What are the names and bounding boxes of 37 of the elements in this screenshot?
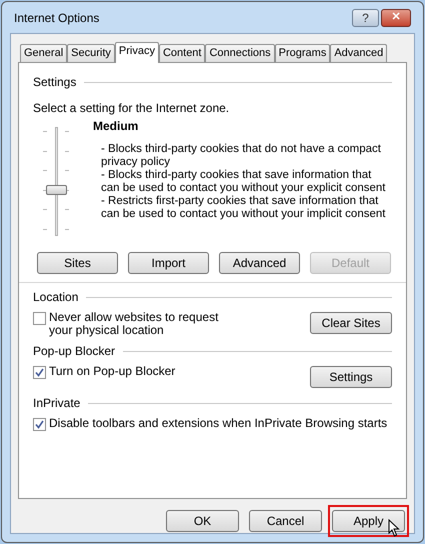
slider-thumb[interactable] — [46, 184, 67, 194]
checkbox-label: Disable toolbars and extensions when InPrivate Browsing starts — [49, 417, 388, 430]
zone-prompt: Select a setting for the Internet zone. — [33, 100, 230, 117]
section-heading: Pop-up Blocker — [33, 343, 116, 360]
tab[interactable]: Connections — [205, 44, 275, 62]
checkbox-label: Turn on Pop-up Blocker — [49, 365, 176, 378]
tab[interactable]: Security — [67, 44, 115, 62]
tab[interactable]: General — [20, 44, 68, 62]
cursor-icon — [388, 519, 400, 537]
dialog-button[interactable]: OK — [166, 510, 239, 532]
section-button[interactable]: Settings — [310, 366, 392, 388]
window-title: Internet Options — [14, 10, 100, 26]
checkbox[interactable] — [33, 312, 46, 325]
privacy-button[interactable]: Advanced — [219, 252, 300, 274]
help-button[interactable]: ? — [352, 8, 379, 26]
privacy-level: Medium — [93, 118, 140, 135]
checkbox[interactable] — [33, 366, 46, 379]
checkbox-label: Never allow websites to request your physical location — [49, 311, 220, 337]
privacy-slider[interactable] — [46, 127, 67, 236]
dialog-button[interactable]: Cancel — [249, 510, 322, 532]
tab[interactable]: Content — [158, 44, 206, 62]
section-heading: InPrivate — [33, 395, 80, 412]
tab[interactable]: Privacy — [114, 42, 159, 63]
privacy-button[interactable]: Sites — [37, 252, 118, 274]
section-button[interactable]: Clear Sites — [310, 312, 392, 334]
policy-line: - Restricts first-party cookies that save information that can be used to contact you without your implicit consent — [101, 195, 386, 221]
policy-line: - Blocks third-party cookies that save information that can be used to contact you without your explicit consent — [101, 169, 386, 195]
policy-line: - Blocks third-party cookies that do not have a compact privacy policy — [101, 143, 382, 169]
tab[interactable]: Programs — [274, 44, 330, 62]
checkbox[interactable] — [33, 418, 46, 431]
dialog-button[interactable]: Apply — [332, 510, 405, 532]
check-icon — [35, 368, 44, 377]
privacy-button[interactable]: Import — [128, 252, 209, 274]
tab[interactable]: Advanced — [330, 44, 388, 62]
section-heading: Settings — [33, 74, 76, 91]
section-heading: Location — [33, 289, 78, 306]
check-icon — [35, 420, 44, 429]
